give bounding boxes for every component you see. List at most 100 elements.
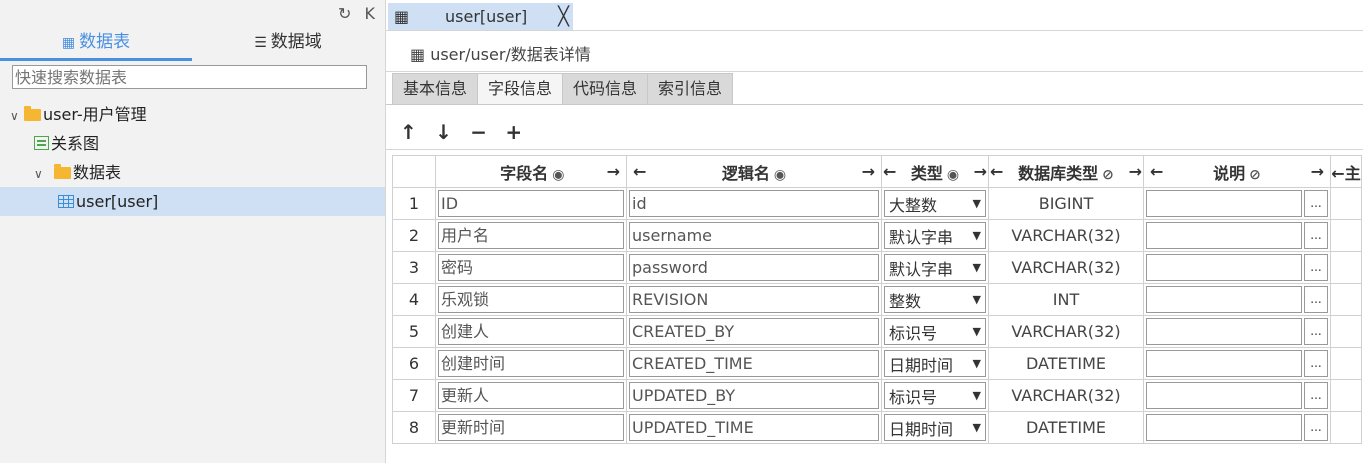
tab-field-info[interactable]: 字段信息 — [477, 73, 564, 105]
type-select[interactable]: 默认字串 ▼ — [884, 222, 986, 249]
more-button[interactable]: ... — [1304, 190, 1328, 217]
tree-node-relation[interactable]: 关系图 — [0, 129, 385, 158]
more-button[interactable]: ... — [1304, 350, 1328, 377]
arrow-right-icon[interactable]: → — [974, 162, 987, 181]
header-index — [392, 155, 436, 188]
arrow-left-icon[interactable]: ← — [883, 162, 896, 181]
field-name-input[interactable]: 创建人 — [438, 318, 624, 345]
logic-name-input[interactable]: CREATED_BY — [629, 318, 879, 345]
logic-cell: id — [626, 187, 882, 220]
chevron-down-icon[interactable]: ∨ — [10, 102, 24, 131]
field-name-input[interactable]: 乐观锁 — [438, 286, 624, 313]
arrow-left-icon[interactable]: ← — [990, 162, 1003, 181]
tab-tables[interactable]: ▦ 数据表 — [0, 28, 192, 61]
type-select[interactable]: 大整数 ▼ — [884, 190, 986, 217]
header-dbtype[interactable]: ← 数据库类型 ⊘ → — [988, 155, 1144, 188]
field-cell: 创建人 — [435, 315, 627, 348]
more-button[interactable]: ... — [1304, 382, 1328, 409]
logic-name-input[interactable]: username — [629, 222, 879, 249]
pk-cell — [1330, 315, 1362, 348]
description-input[interactable] — [1146, 318, 1302, 345]
description-input[interactable] — [1146, 254, 1302, 281]
move-up-button[interactable]: ↑ — [400, 120, 417, 144]
logic-name-input[interactable]: REVISION — [629, 286, 879, 313]
pk-cell — [1330, 347, 1362, 380]
arrow-right-icon[interactable]: → — [607, 162, 620, 181]
refresh-icon[interactable]: ↻ — [338, 4, 351, 23]
more-button[interactable]: ... — [1304, 254, 1328, 281]
eye-icon[interactable]: ◉ — [552, 167, 564, 183]
eye-off-icon[interactable]: ⊘ — [1102, 167, 1114, 183]
logic-name-input[interactable]: UPDATED_BY — [629, 382, 879, 409]
tree-module-label: user-用户管理 — [43, 105, 147, 124]
table-icon — [58, 195, 74, 208]
arrow-left-icon[interactable]: ← — [1332, 164, 1345, 183]
field-name-input[interactable]: 更新时间 — [438, 414, 624, 441]
logic-name-input[interactable]: id — [629, 190, 879, 217]
more-button[interactable]: ... — [1304, 414, 1328, 441]
eye-off-icon[interactable]: ⊘ — [1249, 167, 1261, 183]
dbtype-cell: INT — [988, 283, 1144, 316]
logic-name-input[interactable]: password — [629, 254, 879, 281]
field-name-input[interactable]: 用户名 — [438, 222, 624, 249]
tree-table-label: user[user] — [76, 192, 159, 211]
type-select[interactable]: 日期时间 ▼ — [884, 350, 986, 377]
tree-node-table[interactable]: user[user] — [0, 187, 385, 216]
search-input[interactable] — [12, 65, 367, 89]
header-field[interactable]: 字段名 ◉ → — [435, 155, 627, 188]
more-button[interactable]: ... — [1304, 222, 1328, 249]
field-name-input[interactable]: 更新人 — [438, 382, 624, 409]
type-select[interactable]: 整数 ▼ — [884, 286, 986, 313]
tab-basic-info[interactable]: 基本信息 — [392, 73, 479, 105]
field-name-input[interactable]: 密码 — [438, 254, 624, 281]
type-select[interactable]: 日期时间 ▼ — [884, 414, 986, 441]
more-button[interactable]: ... — [1304, 318, 1328, 345]
table-header-row: 字段名 ◉ → ← 逻辑名 ◉ → ← 类型 ◉ → ← 数据库类型 ⊘ → ← 说明 ⊘ → ←主 — [392, 155, 1362, 188]
arrow-left-icon[interactable]: ← — [633, 162, 646, 181]
tree-node-module[interactable]: ∨ user-用户管理 — [0, 100, 385, 129]
logic-cell: UPDATED_BY — [626, 379, 882, 412]
eye-icon[interactable]: ◉ — [947, 167, 959, 183]
type-select[interactable]: 默认字串 ▼ — [884, 254, 986, 281]
dropdown-arrow-icon: ▼ — [972, 229, 981, 242]
description-input[interactable] — [1146, 286, 1302, 313]
field-name-input[interactable]: ID — [438, 190, 624, 217]
field-cell: 用户名 — [435, 219, 627, 252]
type-select[interactable]: 标识号 ▼ — [884, 382, 986, 409]
divider — [386, 149, 1363, 150]
arrow-right-icon[interactable]: → — [1311, 162, 1324, 181]
arrow-right-icon[interactable]: → — [1129, 162, 1142, 181]
tab-code-info[interactable]: 代码信息 — [562, 73, 649, 105]
close-icon[interactable]: ╳ — [558, 3, 569, 30]
field-name-input[interactable]: 创建时间 — [438, 350, 624, 377]
header-type[interactable]: ← 类型 ◉ → — [881, 155, 989, 188]
arrow-right-icon[interactable]: → — [862, 162, 875, 181]
collapse-icon[interactable]: K — [365, 4, 376, 23]
arrow-left-icon[interactable]: ← — [1150, 162, 1163, 181]
header-pk-label: 主 — [1344, 163, 1361, 183]
description-input[interactable] — [1146, 414, 1302, 441]
add-row-button[interactable]: + — [505, 120, 522, 144]
remove-row-button[interactable]: − — [470, 120, 487, 144]
diagram-icon — [34, 136, 49, 150]
tree-node-folder[interactable]: ∨ 数据表 — [0, 158, 385, 187]
description-input[interactable] — [1146, 222, 1302, 249]
logic-name-input[interactable]: CREATED_TIME — [629, 350, 879, 377]
type-select[interactable]: 标识号 ▼ — [884, 318, 986, 345]
header-logic[interactable]: ← 逻辑名 ◉ → — [626, 155, 882, 188]
tab-domains[interactable]: ☰ 数据域 — [192, 28, 384, 58]
dropdown-arrow-icon: ▼ — [972, 293, 981, 306]
description-input[interactable] — [1146, 350, 1302, 377]
description-input[interactable] — [1146, 382, 1302, 409]
more-button[interactable]: ... — [1304, 286, 1328, 313]
header-desc[interactable]: ← 说明 ⊘ → — [1143, 155, 1331, 188]
description-input[interactable] — [1146, 190, 1302, 217]
header-pk[interactable]: ←主 — [1330, 155, 1362, 188]
move-down-button[interactable]: ↓ — [435, 120, 452, 144]
logic-name-input[interactable]: UPDATED_TIME — [629, 414, 879, 441]
tab-index-info[interactable]: 索引信息 — [647, 73, 734, 105]
eye-icon[interactable]: ◉ — [774, 167, 786, 183]
tree-relation-label: 关系图 — [51, 134, 100, 153]
chevron-down-icon[interactable]: ∨ — [34, 160, 48, 189]
doc-tab-user[interactable]: ▦ user[user] ╳ — [388, 3, 573, 30]
